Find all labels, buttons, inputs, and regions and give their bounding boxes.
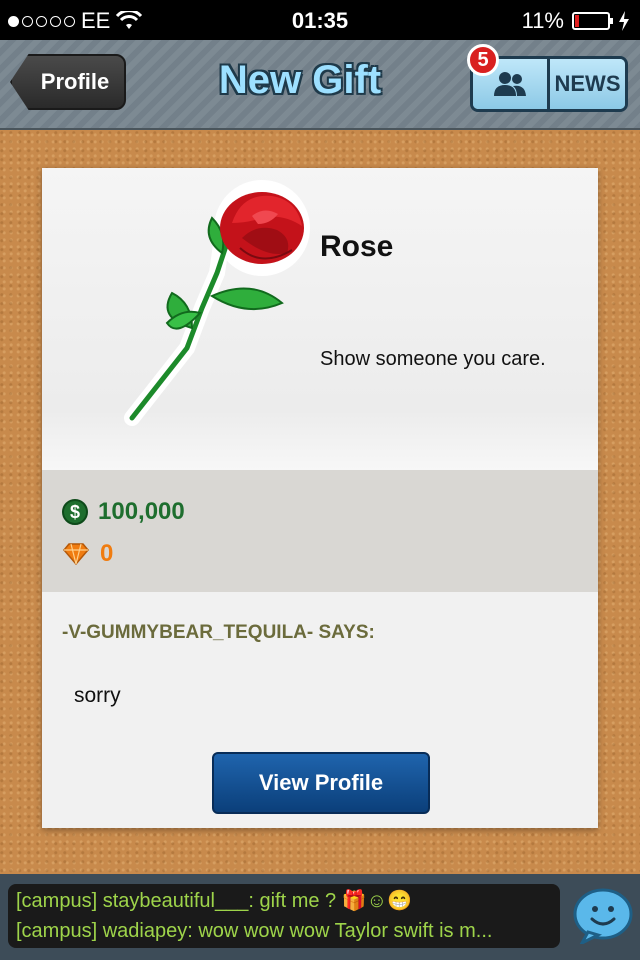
battery-fill: [575, 15, 579, 27]
gift-description: Show someone you care.: [320, 348, 546, 370]
people-icon: [494, 72, 526, 96]
back-button[interactable]: Profile: [10, 54, 126, 110]
chat-bubble-icon[interactable]: [572, 888, 634, 944]
gem-price-row: 0: [62, 540, 113, 568]
cash-price-row: $ 100,000: [62, 498, 185, 526]
news-button[interactable]: NEWS: [550, 59, 625, 109]
status-bar: EE 01:35 11%: [0, 0, 640, 40]
chat-bar: [campus] staybeautiful___: gift me ? 🎁☺😁…: [0, 874, 640, 960]
chat-line: [campus] staybeautiful___: gift me ? 🎁☺😁: [16, 890, 412, 912]
gift-card: Rose Show someone you care. $ 100,000 0 …: [42, 168, 598, 828]
gift-message: sorry: [74, 684, 121, 707]
battery-icon: [572, 12, 613, 30]
back-button-label: Profile: [40, 69, 110, 94]
gift-header: Rose Show someone you care.: [42, 168, 598, 470]
price-band: $ 100,000 0: [42, 470, 598, 592]
battery-percent: 11%: [521, 8, 564, 33]
gem-price: 0: [100, 540, 114, 567]
cash-price: 100,000: [98, 498, 185, 525]
battery-nub: [610, 18, 613, 24]
news-button-label: NEWS: [554, 71, 621, 96]
sender-says-label: -V-GUMMYBEAR_TEQUILA- SAYS:: [62, 622, 375, 643]
charging-icon: [619, 11, 629, 31]
chat-feed[interactable]: [campus] staybeautiful___: gift me ? 🎁☺😁…: [8, 884, 560, 948]
page-title: New Gift: [218, 58, 382, 102]
nav-bar: Profile New Gift NEWS: [0, 40, 640, 130]
notification-badge: 5: [467, 44, 499, 76]
message-area: -V-GUMMYBEAR_TEQUILA- SAYS: sorry View P…: [42, 592, 598, 828]
cash-icon: $: [62, 499, 88, 525]
rose-icon: [124, 180, 310, 426]
gem-icon: [63, 543, 89, 565]
status-right: 11%: [522, 8, 630, 34]
gift-name: Rose: [320, 230, 394, 263]
chat-line: [campus] wadiapey: wow wow wow Taylor sw…: [16, 920, 493, 942]
view-profile-button[interactable]: View Profile: [212, 752, 430, 814]
